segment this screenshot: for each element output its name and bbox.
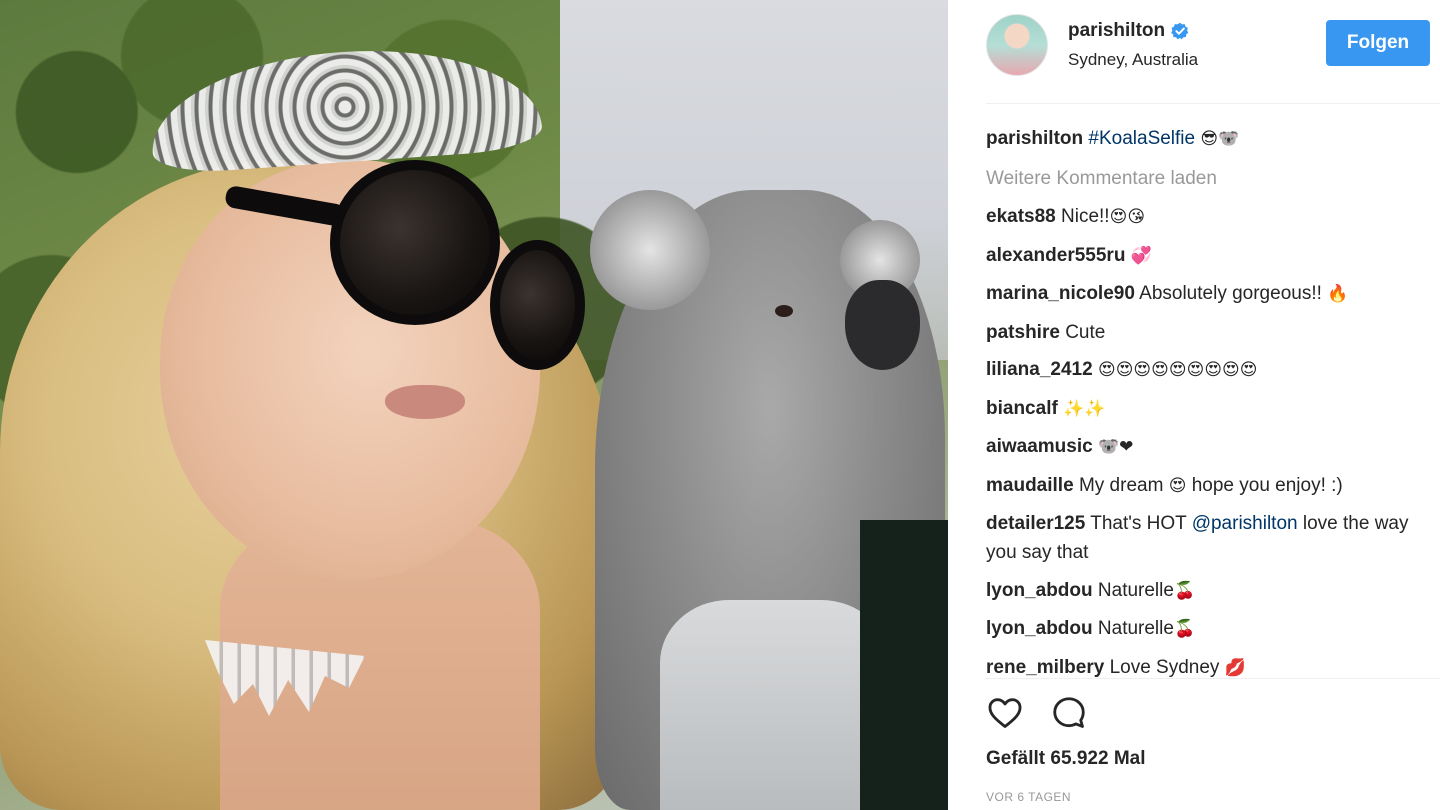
comment-emoji: 🐨❤ — [1097, 437, 1134, 457]
post-actions — [986, 694, 1088, 734]
photo-koala-nose — [845, 280, 920, 370]
comment-emoji: 😍 — [1168, 475, 1187, 496]
post-photo[interactable] — [0, 0, 948, 810]
comment-emoji: 💞 — [1130, 245, 1152, 266]
comment-text: Nice!! — [1061, 206, 1110, 227]
verified-badge-icon — [1171, 22, 1189, 40]
comment-item: patshire Cute — [986, 318, 1426, 347]
load-more-comments-button[interactable]: Weitere Kommentare laden — [986, 162, 1426, 202]
post-timestamp[interactable]: VOR 6 TAGEN — [986, 790, 1071, 804]
comment-item: detailer125 That's HOT @parishilton love… — [986, 509, 1426, 567]
comment-emoji: 🍒 — [1173, 619, 1196, 639]
photo-koala-eye — [775, 305, 793, 317]
comment-item: biancalf ✨✨ — [986, 394, 1426, 424]
comment-text: Naturelle — [1097, 579, 1174, 601]
comment-mention[interactable]: @parishilton — [1192, 513, 1298, 534]
comment-text-continued: hope you enjoy! :) — [1191, 474, 1343, 496]
comment-item: liliana_2412 😍😍😍😍😍😍😍😍😍 — [986, 355, 1426, 385]
comment-emoji: 😍😘 — [1109, 207, 1146, 227]
comment-text: Cute — [1065, 321, 1106, 343]
header-divider — [986, 103, 1440, 104]
comment-item: aiwaamusic 🐨❤ — [986, 432, 1426, 462]
comment-item: ekats88 Nice!!😍😘 — [986, 202, 1426, 232]
comment-emoji: 💋 — [1224, 657, 1246, 678]
photo-koala-ear — [590, 190, 710, 310]
comment-icon[interactable] — [1050, 694, 1088, 732]
caption-emoji: 😎🐨 — [1200, 129, 1240, 149]
caption-username[interactable]: parishilton — [986, 128, 1083, 149]
heart-icon[interactable] — [986, 694, 1024, 732]
post-side-panel: parishilton Sydney, Australia Folgen par… — [948, 0, 1440, 810]
author-avatar[interactable] — [986, 14, 1048, 76]
comment-username[interactable]: detailer125 — [986, 513, 1085, 534]
likes-prefix: Gefällt — [986, 748, 1046, 769]
comment-username[interactable]: maudaille — [986, 475, 1074, 496]
photo-holding-arm — [660, 600, 890, 810]
comment-username[interactable]: alexander555ru — [986, 245, 1125, 266]
comment-emoji: 😍😍😍😍😍😍😍😍😍 — [1097, 360, 1258, 380]
comment-emoji: 🔥 — [1327, 284, 1349, 304]
comment-emoji: 🍒 — [1173, 580, 1196, 601]
comment-text: Naturelle — [1097, 618, 1174, 639]
comment-item: lyon_abdou Naturelle🍒 — [986, 576, 1426, 606]
follow-button[interactable]: Folgen — [1326, 20, 1430, 66]
comment-text: That's HOT — [1090, 513, 1187, 534]
comment-username[interactable]: marina_nicole90 — [986, 283, 1135, 304]
comment-item: lyon_abdou Naturelle🍒 — [986, 614, 1426, 644]
comment-username[interactable]: liliana_2412 — [986, 359, 1093, 380]
comment-username[interactable]: ekats88 — [986, 206, 1056, 227]
comment-text: My dream — [1078, 474, 1164, 496]
comment-item: alexander555ru 💞 — [986, 241, 1426, 271]
comment-text: Love Sydney — [1109, 656, 1220, 678]
comment-username[interactable]: rene_milbery — [986, 657, 1104, 678]
photo-jacket — [860, 520, 948, 810]
author-username[interactable]: parishilton — [1068, 20, 1165, 42]
photo-sunglasses-lens-right — [490, 240, 585, 370]
comments-list: parishilton #KoalaSelfie 😎🐨 Weitere Komm… — [986, 122, 1426, 691]
post-header: parishilton Sydney, Australia Folgen — [986, 12, 1440, 104]
likes-number: 65.922 — [1050, 748, 1109, 769]
caption-hashtag[interactable]: #KoalaSelfie — [1088, 128, 1195, 149]
comment-item: marina_nicole90 Absolutely gorgeous!! 🔥 — [986, 279, 1426, 309]
actions-divider — [986, 678, 1440, 679]
photo-lips — [385, 385, 465, 419]
comment-username[interactable]: biancalf — [986, 398, 1058, 419]
post-caption: parishilton #KoalaSelfie 😎🐨 — [986, 122, 1426, 160]
author-location[interactable]: Sydney, Australia — [1068, 50, 1198, 70]
author-name-row: parishilton — [1068, 20, 1189, 42]
comment-username[interactable]: aiwaamusic — [986, 436, 1093, 457]
likes-suffix: Mal — [1113, 748, 1146, 769]
photo-sunglasses-lens-left — [330, 160, 500, 325]
comment-text: Absolutely gorgeous!! — [1139, 283, 1322, 304]
comment-username[interactable]: lyon_abdou — [986, 618, 1093, 639]
comment-username[interactable]: patshire — [986, 322, 1060, 343]
comment-item: maudaille My dream 😍 hope you enjoy! :) — [986, 471, 1426, 501]
like-count[interactable]: Gefällt 65.922 Mal — [986, 748, 1146, 770]
comment-emoji: ✨✨ — [1063, 398, 1106, 419]
comment-username[interactable]: lyon_abdou — [986, 580, 1093, 601]
